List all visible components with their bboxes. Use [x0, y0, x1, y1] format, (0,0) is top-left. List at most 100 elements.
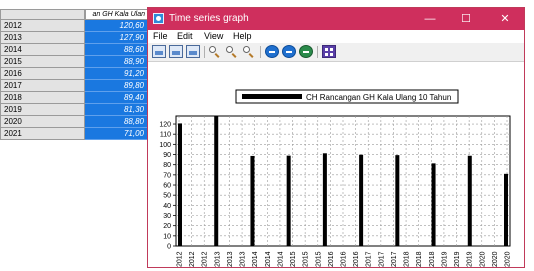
- value-cell[interactable]: 89,80: [85, 80, 148, 92]
- x-tick-label: 2019: [441, 251, 448, 267]
- bar: [359, 154, 364, 246]
- x-tick-label: 2018: [416, 251, 423, 267]
- table-row[interactable]: 2018 89,40: [0, 92, 148, 104]
- legend-label: CH Rancangan GH Kala Ulang 10 Tahun: [306, 93, 451, 102]
- year-cell[interactable]: 2018: [0, 92, 85, 104]
- minimize-button[interactable]: —: [413, 8, 447, 30]
- table-row[interactable]: 2016 91,20: [0, 68, 148, 80]
- y-tick-label: 50: [163, 193, 171, 200]
- year-cell[interactable]: 2020: [0, 116, 85, 128]
- bar: [250, 155, 255, 246]
- bar-chart: CH Rancangan GH Kala Ulang 10 Tahun 0 10 20…: [159, 89, 512, 267]
- maximize-button[interactable]: ☐: [449, 8, 483, 30]
- menu-edit[interactable]: Edit: [177, 31, 193, 42]
- y-tick-label: 120: [159, 122, 171, 129]
- close-button[interactable]: ✕: [488, 8, 522, 30]
- year-cell[interactable]: 2017: [0, 80, 85, 92]
- zoom-out-icon[interactable]: [242, 45, 256, 58]
- menu-view[interactable]: View: [204, 31, 223, 42]
- bar: [395, 155, 400, 246]
- table-row[interactable]: 2020 88,80: [0, 116, 148, 128]
- image-icon[interactable]: [169, 45, 183, 58]
- image-icon[interactable]: [152, 45, 166, 58]
- menu-bar: File Edit View Help: [148, 30, 524, 42]
- table-row[interactable]: 2013 127,90: [0, 32, 148, 44]
- sheet-top-border: [0, 0, 148, 9]
- table-row[interactable]: 2012 120,60: [0, 20, 148, 32]
- x-tick-label: 2015: [303, 251, 310, 267]
- x-tick-label: 2013: [240, 251, 247, 267]
- year-cell[interactable]: 2015: [0, 56, 85, 68]
- x-tick-label: 2017: [378, 251, 385, 267]
- y-tick-label: 90: [163, 152, 171, 159]
- table-row[interactable]: 2019 81,30: [0, 104, 148, 116]
- x-tick-label: 2020: [479, 251, 486, 267]
- value-column-header[interactable]: an GH Kala Ulan: [85, 9, 148, 20]
- image-icon[interactable]: [186, 45, 200, 58]
- bar: [178, 123, 182, 246]
- value-cell[interactable]: 71,00: [85, 128, 148, 140]
- x-tick-label: 2019: [454, 251, 461, 267]
- spreadsheet: an GH Kala Ulan 2012 120,60 2013 127,90 2014…: [0, 0, 148, 271]
- table-row[interactable]: 2014 88,60: [0, 44, 148, 56]
- table-row[interactable]: 2021 71,00: [0, 128, 148, 140]
- value-cell[interactable]: 88,90: [85, 56, 148, 68]
- refresh-icon[interactable]: [299, 45, 313, 58]
- year-cell[interactable]: 2014: [0, 44, 85, 56]
- menu-help[interactable]: Help: [233, 31, 252, 42]
- grid-icon[interactable]: [322, 45, 336, 58]
- value-cell[interactable]: 88,80: [85, 116, 148, 128]
- year-cell[interactable]: 2016: [0, 68, 85, 80]
- x-tick-label: 2017: [366, 251, 373, 267]
- bar: [322, 153, 327, 246]
- x-tick-label: 2013: [214, 251, 221, 267]
- x-tick-label: 2019: [467, 251, 474, 267]
- value-cell[interactable]: 89,40: [85, 92, 148, 104]
- x-tick-label: 2014: [265, 251, 272, 267]
- y-tick-label: 40: [163, 203, 171, 210]
- y-tick-label: 100: [159, 142, 171, 149]
- title-bar[interactable]: Time series graph — ☐ ✕: [148, 8, 524, 30]
- previous-icon[interactable]: [265, 45, 279, 58]
- menu-file[interactable]: File: [153, 31, 168, 42]
- x-tick-label: 2013: [227, 251, 234, 267]
- table-row[interactable]: 2017 89,80: [0, 80, 148, 92]
- year-cell[interactable]: 2019: [0, 104, 85, 116]
- bar: [286, 155, 291, 246]
- toolbar: [148, 43, 524, 62]
- year-cell[interactable]: 2012: [0, 20, 85, 32]
- y-tick-label: 80: [163, 162, 171, 169]
- bar: [431, 163, 436, 246]
- x-tick-label: 2012: [189, 251, 196, 267]
- x-tick-label: 2018: [429, 251, 436, 267]
- x-tick-label: 2020: [505, 251, 512, 267]
- bar: [467, 155, 472, 246]
- x-tick-label: 2015: [315, 251, 322, 267]
- bar: [504, 173, 508, 246]
- year-column-header[interactable]: [0, 9, 85, 20]
- zoom-icon[interactable]: [208, 45, 222, 58]
- value-cell[interactable]: 81,30: [85, 104, 148, 116]
- value-cell[interactable]: 120,60: [85, 20, 148, 32]
- y-tick-label: 10: [163, 233, 171, 240]
- zoom-in-icon[interactable]: [225, 45, 239, 58]
- chart-area: CH Rancangan GH Kala Ulang 10 Tahun 0 10 20…: [148, 62, 524, 267]
- next-icon[interactable]: [282, 45, 296, 58]
- x-tick-label: 2012: [177, 251, 184, 267]
- window-title: Time series graph: [169, 13, 249, 24]
- value-cell[interactable]: 88,60: [85, 44, 148, 56]
- toolbar-separator: [260, 46, 261, 58]
- toolbar-separator: [317, 46, 318, 58]
- value-cell[interactable]: 91,20: [85, 68, 148, 80]
- year-cell[interactable]: 2013: [0, 32, 85, 44]
- legend-swatch: [242, 94, 302, 99]
- value-cell[interactable]: 127,90: [85, 32, 148, 44]
- table-row[interactable]: 2015 88,90: [0, 56, 148, 68]
- y-tick-label: 70: [163, 172, 171, 179]
- time-series-window: Time series graph — ☐ ✕ File Edit View H…: [147, 7, 525, 268]
- year-cell[interactable]: 2021: [0, 128, 85, 140]
- x-tick-label: 2015: [290, 251, 297, 267]
- x-tick-label: 2018: [404, 251, 411, 267]
- x-tick-label: 2017: [391, 251, 398, 267]
- toolbar-separator: [204, 46, 205, 58]
